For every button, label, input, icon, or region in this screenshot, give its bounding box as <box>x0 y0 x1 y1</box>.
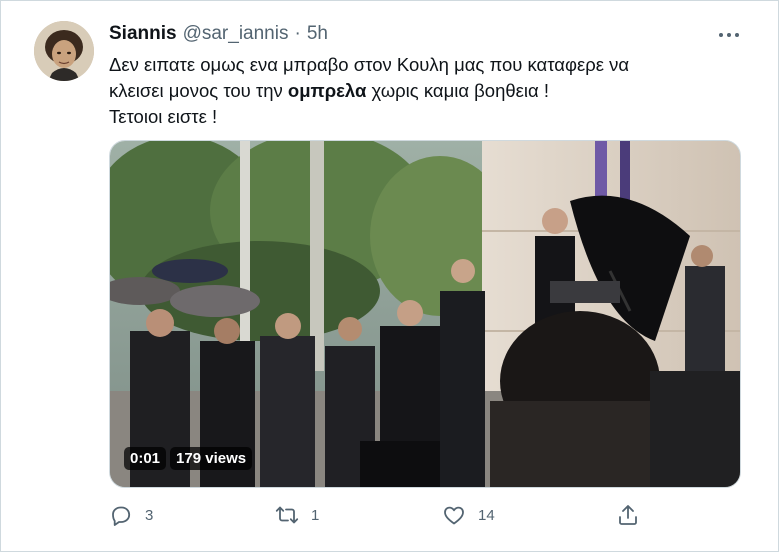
share-button[interactable] <box>616 503 640 527</box>
tweet-line-3: Τετοιοι ειστε ! <box>109 106 218 127</box>
video-duration: 0:01 <box>124 447 167 470</box>
video-player[interactable] <box>109 140 741 488</box>
share-icon <box>619 505 637 525</box>
action-bar: 3 1 14 <box>109 503 669 531</box>
tweet-bold-word: ομπρελα <box>287 80 367 101</box>
like-count: 14 <box>478 506 495 524</box>
display-name[interactable]: Siannis <box>109 23 177 45</box>
video-badges: 0:01 179 views <box>124 447 253 470</box>
reply-button[interactable]: 3 <box>109 503 153 527</box>
like-button[interactable]: 14 <box>442 503 495 527</box>
separator-dot: · <box>294 23 301 44</box>
retweet-icon <box>275 506 299 524</box>
timestamp[interactable]: 5h <box>307 23 328 45</box>
retweet-button[interactable]: 1 <box>275 503 319 527</box>
like-icon <box>444 506 464 525</box>
video-frame <box>110 141 740 487</box>
tweet-line-2: κλεισει μονος του την ομπρελα χωρις καμι… <box>109 78 709 104</box>
tweet-line-2-start: κλεισει μονος του την <box>109 80 288 101</box>
reply-icon <box>112 506 131 526</box>
reply-count: 3 <box>145 506 154 524</box>
avatar[interactable] <box>34 21 94 81</box>
video-views: 179 views <box>170 447 253 470</box>
tweet-text: Δεν ειπατε ομως ενα μπραβο στον Κουλη μα… <box>109 52 709 130</box>
tweet-line-1: Δεν ειπατε ομως ενα μπραβο στον Κουλη μα… <box>109 54 630 75</box>
retweet-count: 1 <box>311 506 320 524</box>
tweet-line-2-end: χωρις καμια βοηθεια ! <box>366 80 550 101</box>
more-icon[interactable] <box>714 26 744 44</box>
tweet-header: Siannis @sar_iannis · 5h <box>109 23 328 45</box>
user-handle[interactable]: @sar_iannis <box>183 23 289 45</box>
